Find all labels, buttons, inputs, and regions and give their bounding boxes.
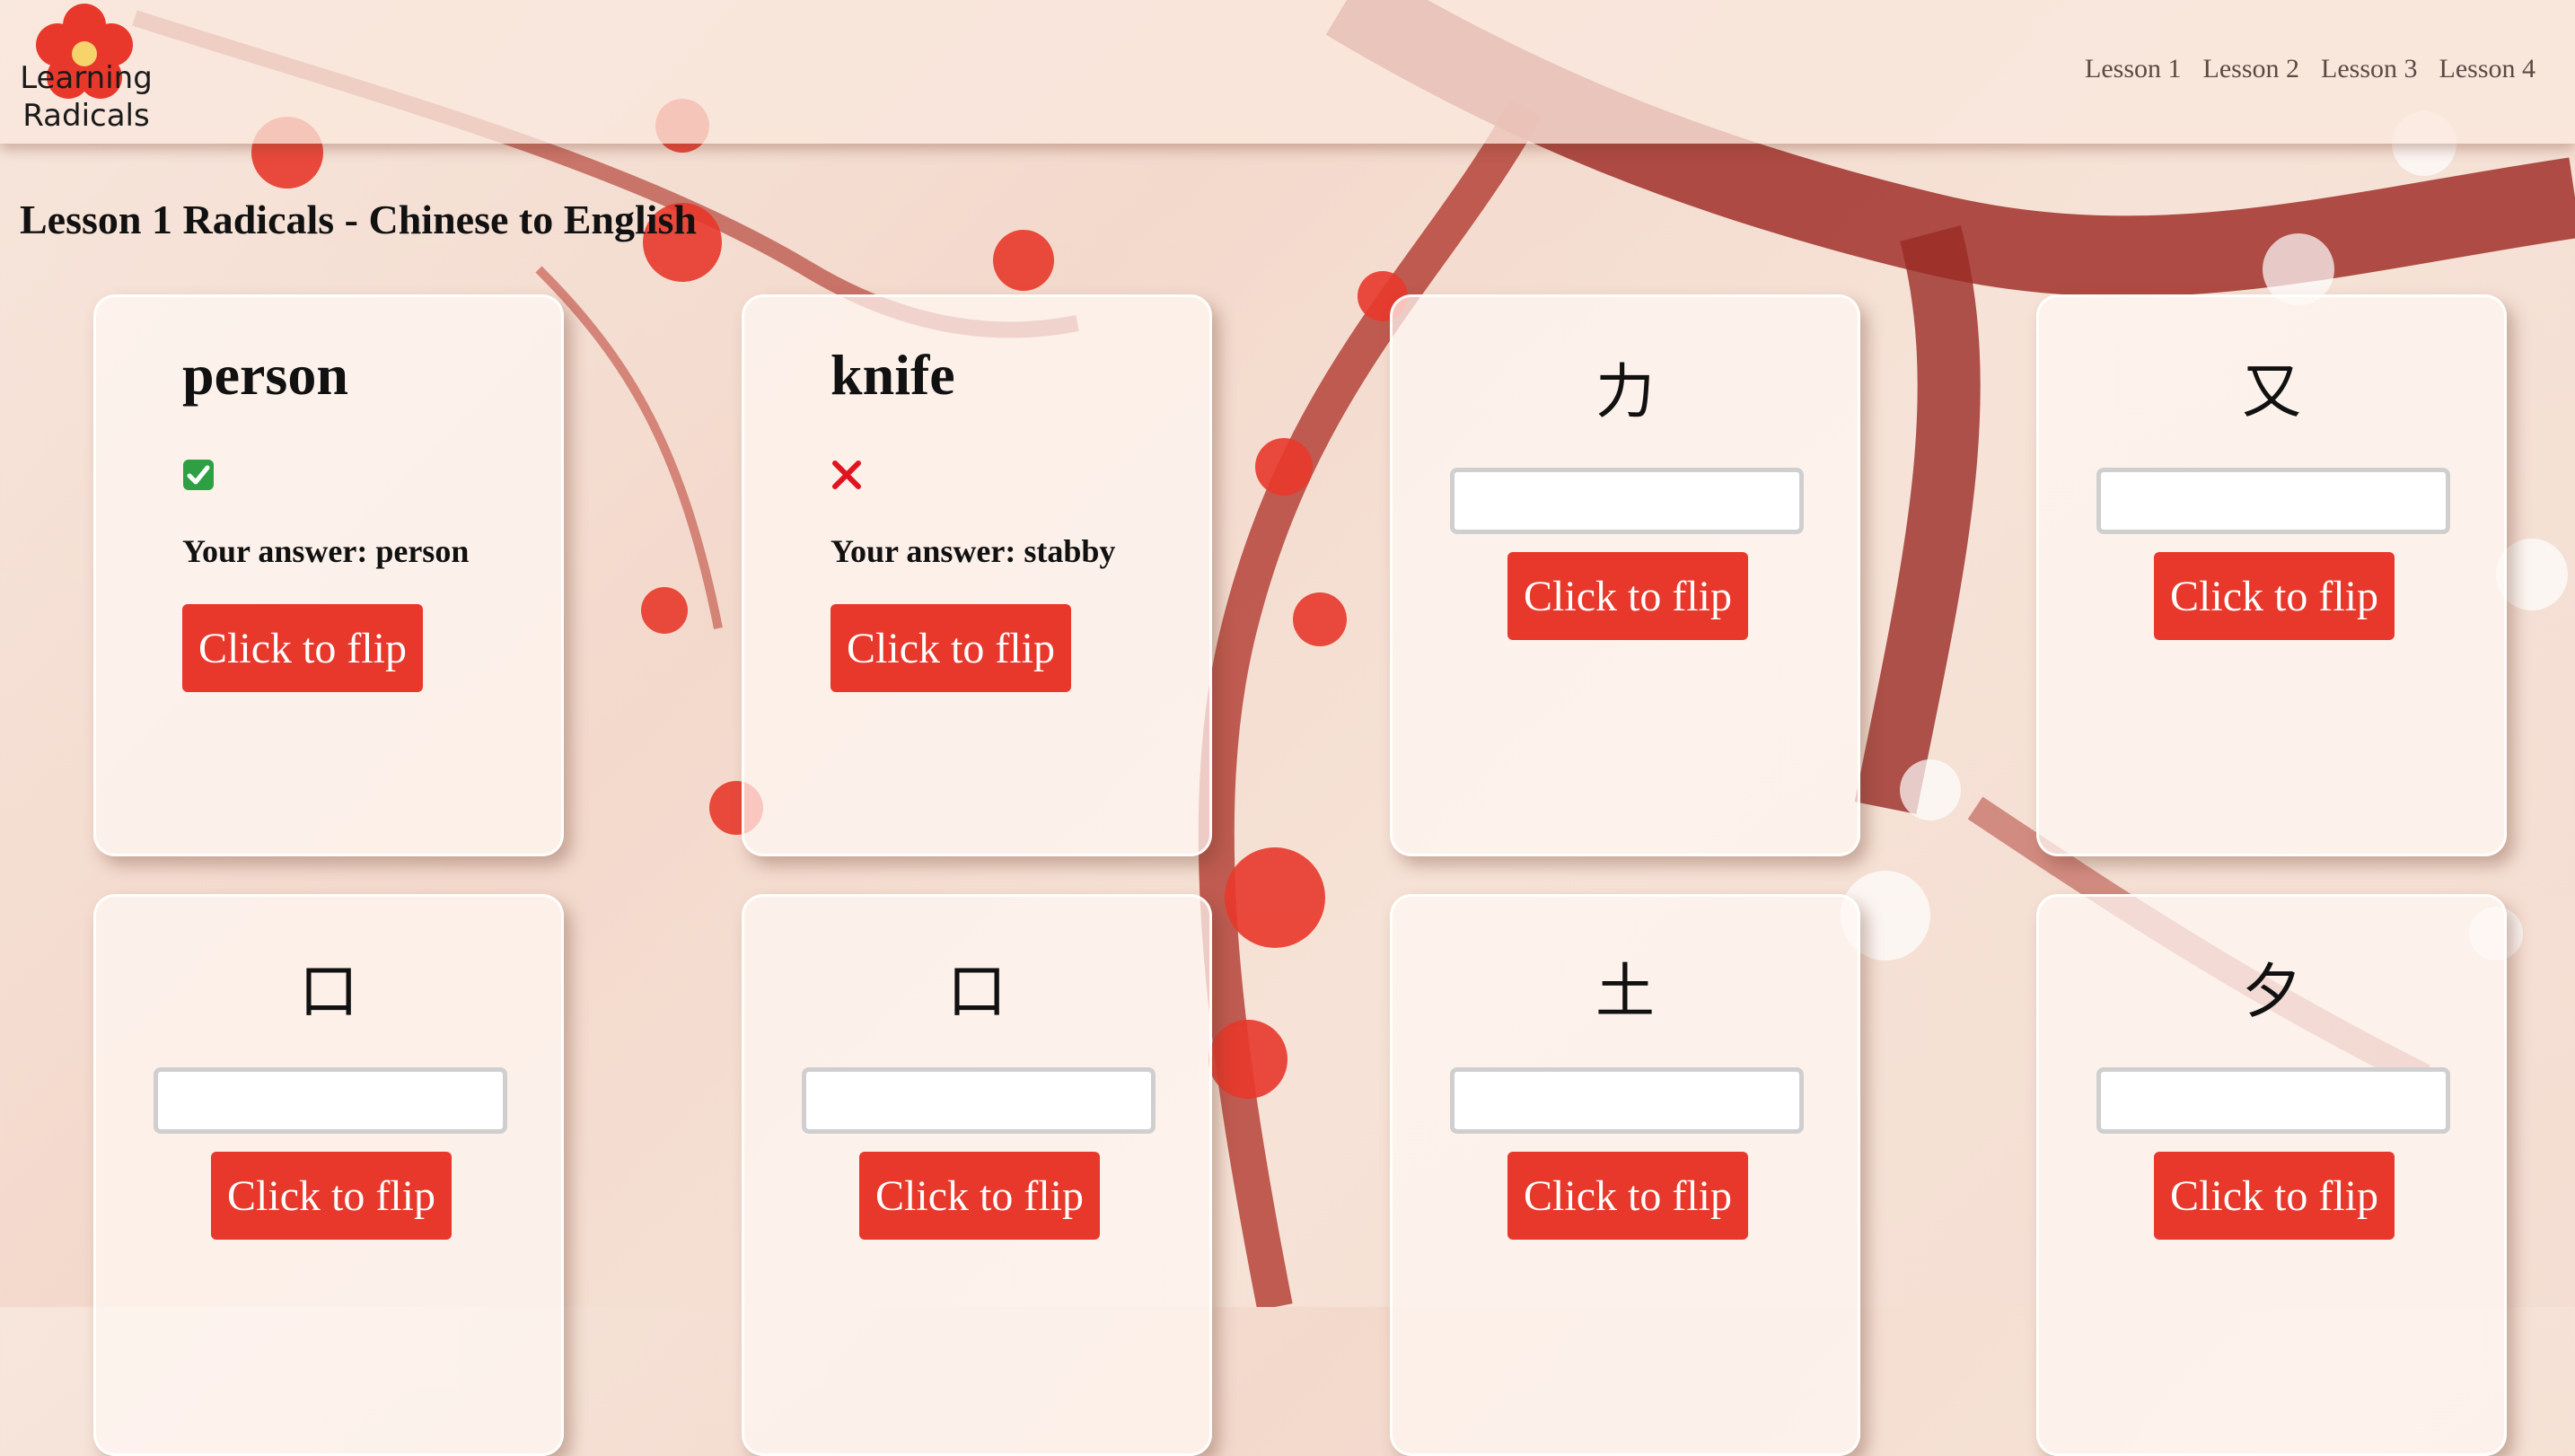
- flashcard: 口 Click to flip: [93, 894, 564, 1456]
- flip-button[interactable]: Click to flip: [831, 604, 1071, 692]
- logo-text-line1: Learning: [20, 60, 153, 96]
- flashcard: person Your answer: person Click to flip: [93, 294, 564, 856]
- radical-character: 口: [299, 957, 358, 1026]
- flip-button[interactable]: Click to flip: [859, 1152, 1100, 1240]
- nav-lesson-3[interactable]: Lesson 3: [2321, 54, 2418, 84]
- flashcard: 口 Click to flip: [742, 894, 1212, 1456]
- flashcard: knife Your answer: stabby Click to flip: [742, 294, 1212, 856]
- page-title: Lesson 1 Radicals - Chinese to English: [20, 197, 698, 242]
- flip-button[interactable]: Click to flip: [211, 1152, 452, 1240]
- flashcard: 力 Click to flip: [1390, 294, 1860, 856]
- card-word: person: [182, 343, 348, 407]
- answer-input[interactable]: [1450, 1067, 1804, 1134]
- flashcard: 夕 Click to flip: [2036, 894, 2507, 1456]
- top-header: Learning Radicals Lesson 1 Lesson 2 Less…: [0, 0, 2575, 144]
- radical-character: 土: [1595, 957, 1655, 1026]
- answer-input[interactable]: [1450, 468, 1804, 534]
- answer-input[interactable]: [2096, 1067, 2450, 1134]
- flip-button[interactable]: Click to flip: [1507, 552, 1748, 640]
- radical-character: 力: [1595, 357, 1655, 426]
- your-answer: Your answer: stabby: [831, 533, 1116, 569]
- wrong-cross-icon: [832, 460, 861, 489]
- flashcard: 又 Click to flip: [2036, 294, 2507, 856]
- flip-button[interactable]: Click to flip: [182, 604, 423, 692]
- correct-check-icon: [183, 460, 214, 490]
- logo-text-line2: Radicals: [22, 98, 150, 134]
- flashcard: 土 Click to flip: [1390, 894, 1860, 1456]
- nav-lesson-2[interactable]: Lesson 2: [2203, 54, 2300, 84]
- radical-character: 又: [2242, 357, 2301, 426]
- nav-lesson-4[interactable]: Lesson 4: [2439, 54, 2536, 84]
- radical-character: 夕: [2242, 957, 2301, 1026]
- flip-button[interactable]: Click to flip: [2154, 552, 2395, 640]
- radical-character: 口: [947, 957, 1006, 1026]
- flip-button[interactable]: Click to flip: [1507, 1152, 1748, 1240]
- nav-lesson-1[interactable]: Lesson 1: [2085, 54, 2182, 84]
- answer-input[interactable]: [2096, 468, 2450, 534]
- card-word: knife: [831, 343, 955, 407]
- lesson-nav: Lesson 1 Lesson 2 Lesson 3 Lesson 4: [2085, 54, 2535, 84]
- answer-input[interactable]: [154, 1067, 507, 1134]
- site-logo[interactable]: Learning Radicals: [13, 0, 156, 135]
- flip-button[interactable]: Click to flip: [2154, 1152, 2395, 1240]
- your-answer: Your answer: person: [182, 533, 470, 569]
- answer-input[interactable]: [802, 1067, 1156, 1134]
